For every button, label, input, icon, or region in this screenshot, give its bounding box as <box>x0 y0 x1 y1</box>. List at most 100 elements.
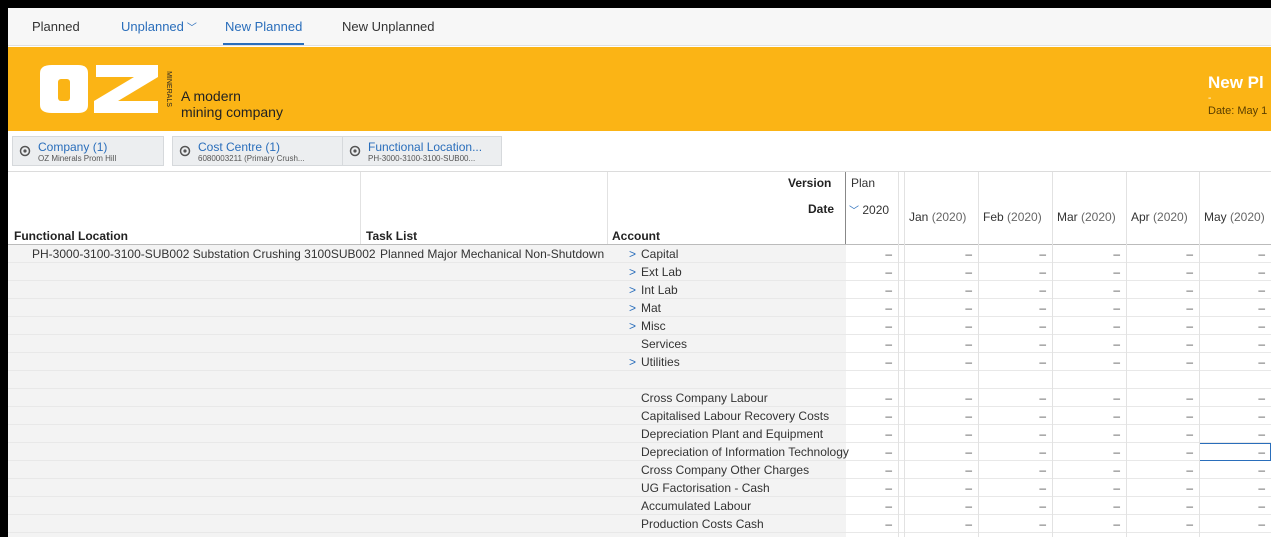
value-cell[interactable]: – <box>978 427 1046 441</box>
value-cell[interactable]: – <box>846 517 892 531</box>
year-toggle[interactable]: ﹀ 2020 <box>849 202 889 217</box>
tab-new-unplanned[interactable]: New Unplanned <box>342 19 435 34</box>
value-cell[interactable]: – <box>1126 499 1193 513</box>
value-cell[interactable]: – <box>1052 265 1120 279</box>
value-cell[interactable]: – <box>1052 301 1120 315</box>
account-cell[interactable]: > Int Lab <box>629 283 678 297</box>
value-cell[interactable]: – <box>904 481 972 495</box>
value-cell[interactable]: – <box>1126 355 1193 369</box>
value-cell[interactable]: – <box>1199 301 1265 315</box>
filter-company[interactable]: Company (1) OZ Minerals Prom Hill <box>12 136 164 166</box>
value-cell[interactable]: – <box>1199 409 1265 423</box>
value-cell[interactable]: – <box>904 517 972 531</box>
value-cell[interactable]: – <box>846 265 892 279</box>
value-cell[interactable]: – <box>1199 463 1265 477</box>
value-cell[interactable]: – <box>1052 499 1120 513</box>
value-cell[interactable]: – <box>846 445 892 459</box>
value-cell[interactable]: – <box>1052 463 1120 477</box>
value-cell[interactable]: – <box>1126 283 1193 297</box>
selected-cell[interactable] <box>1199 443 1271 461</box>
tab-planned[interactable]: Planned <box>32 19 80 34</box>
value-cell[interactable]: – <box>904 301 972 315</box>
value-cell[interactable]: – <box>978 355 1046 369</box>
account-cell[interactable]: > Mat <box>629 301 661 315</box>
value-cell[interactable]: – <box>846 319 892 333</box>
value-cell[interactable]: – <box>1052 355 1120 369</box>
value-cell[interactable]: – <box>904 391 972 405</box>
account-cell[interactable]: > Utilities <box>629 355 680 369</box>
value-cell[interactable]: – <box>904 283 972 297</box>
value-cell[interactable]: – <box>978 319 1046 333</box>
value-cell[interactable]: – <box>904 355 972 369</box>
value-cell[interactable]: – <box>978 301 1046 315</box>
value-cell[interactable]: – <box>1126 481 1193 495</box>
value-cell[interactable]: – <box>978 283 1046 297</box>
value-cell[interactable]: – <box>1126 463 1193 477</box>
value-cell[interactable]: – <box>846 391 892 405</box>
value-cell[interactable]: – <box>978 391 1046 405</box>
tab-unplanned[interactable]: Unplanned ﹀ <box>121 19 197 34</box>
value-cell[interactable]: – <box>846 481 892 495</box>
value-cell[interactable]: – <box>978 337 1046 351</box>
value-cell[interactable]: – <box>1126 445 1193 459</box>
value-cell[interactable]: – <box>1052 409 1120 423</box>
value-cell[interactable]: – <box>978 247 1046 261</box>
value-cell[interactable]: – <box>1199 355 1265 369</box>
value-cell[interactable]: – <box>904 247 972 261</box>
value-cell[interactable]: – <box>846 499 892 513</box>
value-cell[interactable]: – <box>846 283 892 297</box>
value-cell[interactable]: – <box>978 517 1046 531</box>
value-cell[interactable]: – <box>1052 445 1120 459</box>
value-cell[interactable]: – <box>1199 391 1265 405</box>
value-cell[interactable]: – <box>1052 337 1120 351</box>
value-cell[interactable]: – <box>1199 337 1265 351</box>
account-cell[interactable]: > Misc <box>629 319 666 333</box>
value-cell[interactable]: – <box>1052 319 1120 333</box>
value-cell[interactable]: – <box>846 427 892 441</box>
value-cell[interactable]: – <box>1126 517 1193 531</box>
value-cell[interactable]: – <box>1126 247 1193 261</box>
value-cell[interactable]: – <box>904 409 972 423</box>
value-cell[interactable]: – <box>904 319 972 333</box>
account-cell[interactable]: > Capital <box>629 247 678 261</box>
value-cell[interactable]: – <box>1052 481 1120 495</box>
value-cell[interactable]: – <box>1126 391 1193 405</box>
value-cell[interactable]: – <box>904 427 972 441</box>
value-cell[interactable]: – <box>978 481 1046 495</box>
value-cell[interactable]: – <box>904 445 972 459</box>
value-cell[interactable]: – <box>1199 481 1265 495</box>
value-cell[interactable]: – <box>904 337 972 351</box>
value-cell[interactable]: – <box>1199 283 1265 297</box>
value-cell[interactable]: – <box>1052 517 1120 531</box>
value-cell[interactable]: – <box>1199 427 1265 441</box>
tab-new-planned[interactable]: New Planned <box>222 19 305 45</box>
value-cell[interactable]: – <box>978 463 1046 477</box>
value-cell[interactable]: – <box>1199 319 1265 333</box>
value-cell[interactable]: – <box>1199 517 1265 531</box>
value-cell[interactable]: – <box>1199 247 1265 261</box>
value-cell[interactable]: – <box>1126 301 1193 315</box>
value-cell[interactable]: – <box>1199 265 1265 279</box>
value-cell[interactable]: – <box>1199 499 1265 513</box>
value-cell[interactable]: – <box>904 265 972 279</box>
value-cell[interactable]: – <box>1126 319 1193 333</box>
account-cell[interactable]: > Ext Lab <box>629 265 682 279</box>
value-cell[interactable]: – <box>904 499 972 513</box>
value-cell[interactable]: – <box>1052 283 1120 297</box>
value-cell[interactable]: – <box>846 247 892 261</box>
value-cell[interactable]: – <box>978 265 1046 279</box>
value-cell[interactable]: – <box>978 499 1046 513</box>
filter-functional-location[interactable]: Functional Location... PH-3000-3100-3100… <box>342 136 502 166</box>
value-cell[interactable]: – <box>846 337 892 351</box>
value-cell[interactable]: – <box>978 409 1046 423</box>
value-cell[interactable]: – <box>1126 265 1193 279</box>
value-cell[interactable]: – <box>1126 337 1193 351</box>
value-cell[interactable]: – <box>846 463 892 477</box>
value-cell[interactable]: – <box>1052 427 1120 441</box>
value-cell[interactable]: – <box>846 409 892 423</box>
value-cell[interactable]: – <box>1126 427 1193 441</box>
value-cell[interactable]: – <box>846 355 892 369</box>
value-cell[interactable]: – <box>846 301 892 315</box>
filter-cost-centre[interactable]: Cost Centre (1) 6080003211 (Primary Crus… <box>172 136 344 166</box>
value-cell[interactable]: – <box>1052 391 1120 405</box>
